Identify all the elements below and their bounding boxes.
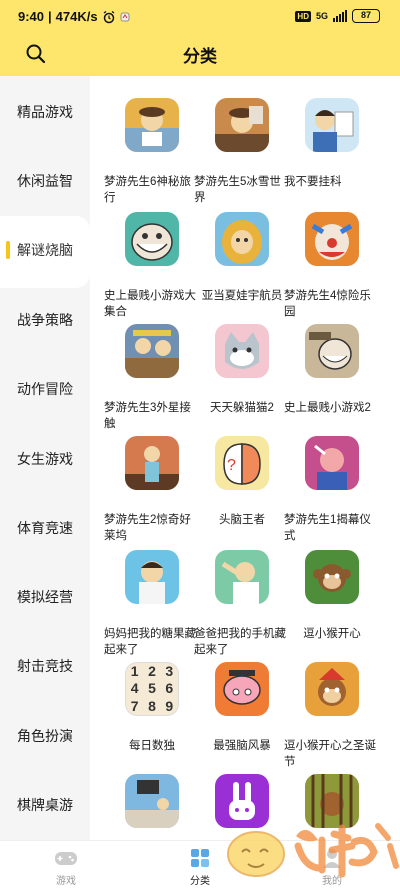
- troll-face-icon: [125, 212, 179, 266]
- monkey-icon: [305, 550, 359, 604]
- monkey-icon: [305, 662, 359, 716]
- cat-icon: [215, 324, 269, 378]
- text-3: 3: [165, 663, 174, 679]
- hd-icon: HD: [295, 10, 311, 22]
- tab-label: 游戏: [56, 876, 76, 887]
- game-name: 梦游先生6神秘旅行: [104, 176, 191, 204]
- boy-icon: [125, 550, 179, 604]
- sudoku-grid: 123 456 789: [126, 663, 178, 715]
- sidebar-item-rpg[interactable]: 角色扮演: [0, 726, 90, 746]
- sidebar-item-shooting[interactable]: 射击竞技: [0, 656, 90, 676]
- text: 1: [130, 663, 139, 679]
- cartoon-man-icon: [305, 436, 359, 490]
- sudoku-icon: 123 456 789: [125, 662, 179, 716]
- alarm-icon: [103, 10, 115, 23]
- text-4: 4: [130, 680, 139, 697]
- sidebar-item-simulation[interactable]: 模拟经营: [0, 587, 90, 607]
- game-name: 梦游先生3外星接触: [104, 402, 191, 430]
- sidebar-item-puzzle[interactable]: 解谜烧脑: [0, 240, 90, 260]
- category-grid-icon: [191, 849, 209, 867]
- game-name: 天天躲猫猫2: [210, 402, 274, 414]
- page-title: 分类: [183, 47, 217, 66]
- text-9: 9: [165, 697, 174, 714]
- game-name: 妈妈把我的糖果藏起来了: [104, 628, 196, 656]
- gamepad-icon: [55, 852, 77, 865]
- tab-games[interactable]: 游戏: [26, 841, 106, 888]
- game-name: 史上最贱小游戏2: [284, 402, 371, 414]
- sidebar-item-boutique[interactable]: 精品游戏: [0, 102, 90, 122]
- status-time: 9:40: [18, 9, 45, 24]
- status-bar: 9:40 | 474K/s HD 5G 87: [0, 0, 400, 34]
- text-6: 6: [165, 680, 174, 697]
- game-name: 梦游先生5冰雪世界: [194, 176, 281, 204]
- game-name: 梦游先生2惊奇好莱坞: [104, 514, 191, 542]
- sidebar-item-girls[interactable]: 女生游戏: [0, 449, 90, 469]
- brain-icon: ?: [215, 436, 269, 490]
- clown-icon: [305, 212, 359, 266]
- game-name: 亚当夏娃宇航员: [201, 290, 283, 302]
- game-name: 爸爸把我的手机藏起来了: [194, 628, 286, 656]
- category-sidebar: 精品游戏 休闲益智 解谜烧脑 战争策略 动作冒险 女生游戏 体育竞速 模拟经营 …: [0, 76, 90, 840]
- brain-icon: [215, 662, 269, 716]
- cartoon-scene-icon: [125, 324, 179, 378]
- cartoon-man-icon: [215, 98, 269, 152]
- text-2: 2: [148, 663, 156, 679]
- sidebar-item-strategy[interactable]: 战争策略: [0, 310, 90, 330]
- status-separator: |: [48, 9, 52, 24]
- game-name: 史上最贱小游戏大集合: [104, 290, 196, 318]
- status-left: 9:40 | 474K/s: [18, 9, 130, 24]
- game-name: 梦游先生1揭幕仪式: [284, 514, 371, 542]
- text-5: 5: [148, 680, 156, 697]
- game-name: 头脑王者: [219, 514, 265, 526]
- top-header: 9:40 | 474K/s HD 5G 87 分类: [0, 0, 400, 76]
- signal-icon: [333, 10, 347, 22]
- game-name: 逗小猴开心之圣诞节: [284, 740, 376, 768]
- sidebar-item-sports[interactable]: 体育竞速: [0, 518, 90, 538]
- cartoon-man-icon: [125, 98, 179, 152]
- sidebar-item-action[interactable]: 动作冒险: [0, 379, 90, 399]
- sidebar-item-casual[interactable]: 休闲益智: [0, 171, 90, 191]
- watermark-logo: [227, 823, 399, 878]
- status-speed: 474K/s: [55, 9, 98, 24]
- game-name: 我不要挂科: [284, 176, 342, 188]
- text-7: 7: [130, 697, 139, 714]
- game-name: 最强脑风暴: [213, 740, 271, 752]
- text-8: 8: [148, 697, 156, 714]
- game-name: 逗小猴开心: [303, 628, 361, 640]
- notification-icon: [120, 12, 129, 21]
- svg-text:?: ?: [227, 457, 236, 474]
- caveman-icon: [215, 212, 269, 266]
- game-name: 梦游先生4惊险乐园: [284, 290, 371, 318]
- room-icon: [125, 774, 179, 828]
- battery-icon: 87: [352, 9, 380, 23]
- troll-face-icon: [305, 324, 359, 378]
- sidebar-item-board[interactable]: 棋牌桌游: [0, 795, 90, 815]
- student-icon: [305, 98, 359, 152]
- network-type: 5G: [315, 11, 328, 21]
- status-right: HD 5G 87: [295, 9, 380, 23]
- boy-icon: [215, 550, 269, 604]
- game-name: 每日数独: [129, 740, 175, 752]
- cartoon-man-icon: [125, 436, 179, 490]
